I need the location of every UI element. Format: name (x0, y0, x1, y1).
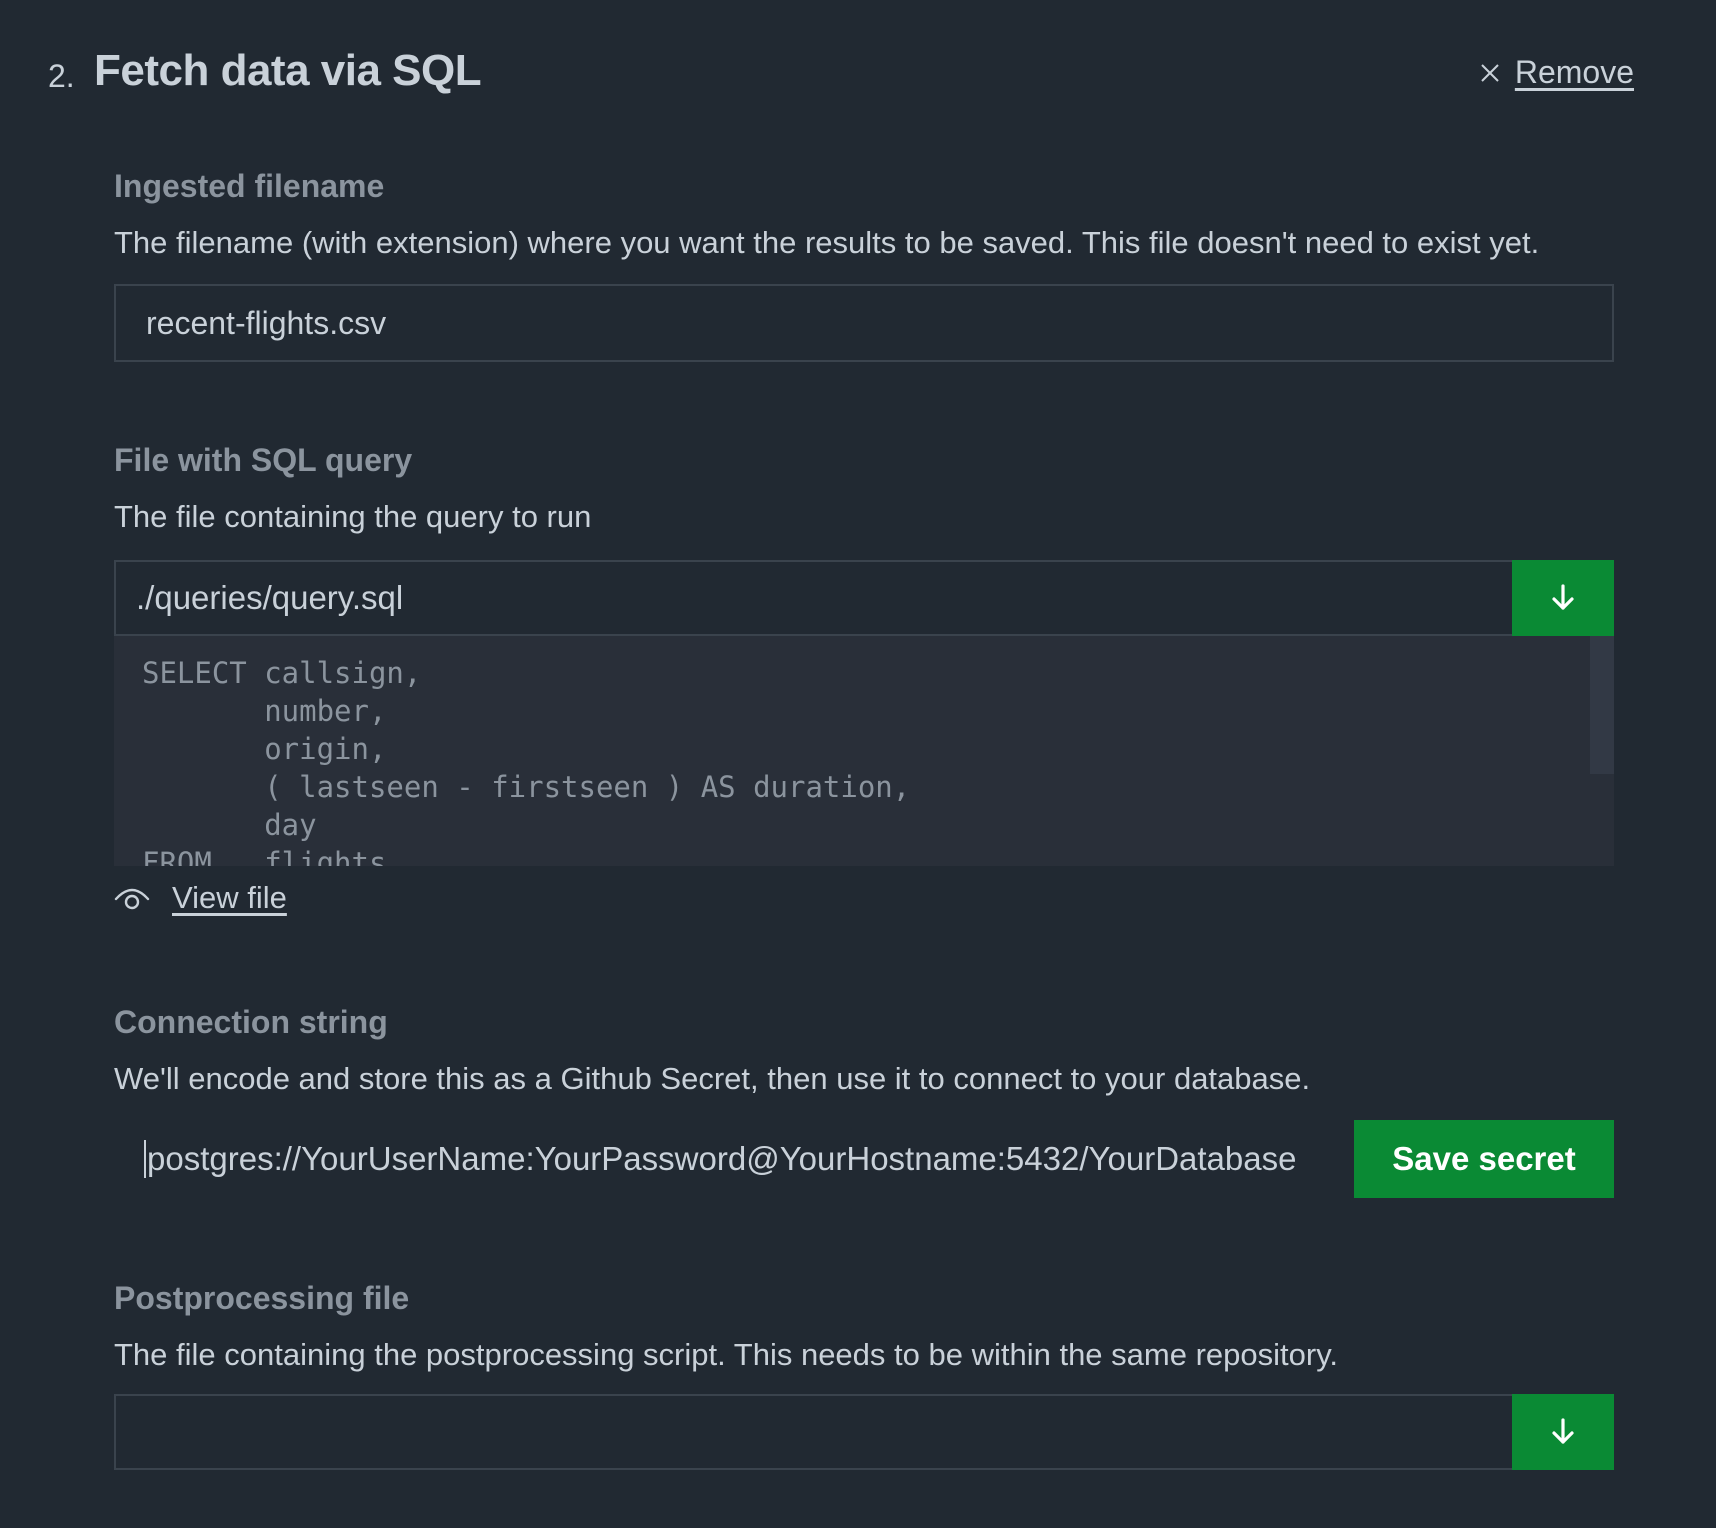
connection-placeholder: postgres://YourUserName:YourPassword@You… (147, 1140, 1297, 1177)
sql-query-label: File with SQL query (114, 442, 413, 478)
view-file-label: View file (172, 880, 287, 915)
connection-row: postgres://YourUserName:YourPassword@You… (114, 1120, 1614, 1198)
sql-query-section: File with SQL query The file containing … (114, 442, 1614, 535)
step-number: 2. (48, 58, 75, 94)
postprocessing-input[interactable] (114, 1394, 1512, 1470)
ingested-filename-input[interactable]: recent-flights.csv (114, 284, 1614, 362)
save-secret-button[interactable]: Save secret (1354, 1120, 1614, 1198)
view-file-link[interactable]: View file (114, 880, 1614, 916)
text-caret (144, 1140, 146, 1178)
ingested-filename-section: Ingested filename The filename (with ext… (114, 168, 1614, 261)
sql-query-input-row: ./queries/query.sql (114, 560, 1614, 636)
postprocessing-wrapper (114, 1394, 1614, 1470)
remove-button[interactable]: Remove (1479, 54, 1634, 91)
ingested-filename-description: The filename (with extension) where you … (114, 225, 1540, 260)
close-icon (1481, 63, 1499, 82)
postprocessing-description: The file containing the postprocessing s… (114, 1337, 1339, 1372)
sql-preview-scrollbar[interactable] (1590, 636, 1614, 774)
arrow-down-icon (1552, 1418, 1574, 1444)
step-header: 2. Fetch data via SQL Remove (48, 44, 1634, 104)
eye-icon (114, 888, 150, 910)
connection-section: Connection string We'll encode and store… (114, 1004, 1614, 1097)
ingested-filename-wrapper: recent-flights.csv (114, 284, 1614, 362)
connection-description: We'll encode and store this as a Github … (114, 1061, 1311, 1096)
postprocessing-label: Postprocessing file (114, 1280, 410, 1316)
sql-query-wrapper: ./queries/query.sql SELECT callsign, num… (114, 560, 1614, 916)
sql-query-input[interactable]: ./queries/query.sql (114, 560, 1512, 636)
connection-string-input[interactable]: postgres://YourUserName:YourPassword@You… (114, 1120, 1354, 1198)
arrow-down-icon (1552, 584, 1574, 610)
step-title: Fetch data via SQL (94, 46, 482, 95)
connection-wrapper: postgres://YourUserName:YourPassword@You… (114, 1120, 1614, 1198)
remove-label: Remove (1514, 54, 1634, 90)
postprocessing-section: Postprocessing file The file containing … (114, 1280, 1614, 1373)
postprocessing-input-row (114, 1394, 1614, 1470)
sql-query-dropdown-button[interactable] (1512, 560, 1614, 636)
ingested-filename-label: Ingested filename (114, 168, 385, 204)
connection-label: Connection string (114, 1004, 388, 1040)
sql-preview-code: SELECT callsign, number, origin, ( lasts… (142, 656, 911, 866)
postprocessing-dropdown-button[interactable] (1512, 1394, 1614, 1470)
sql-preview: SELECT callsign, number, origin, ( lasts… (114, 636, 1614, 866)
sql-query-description: The file containing the query to run (114, 499, 592, 534)
